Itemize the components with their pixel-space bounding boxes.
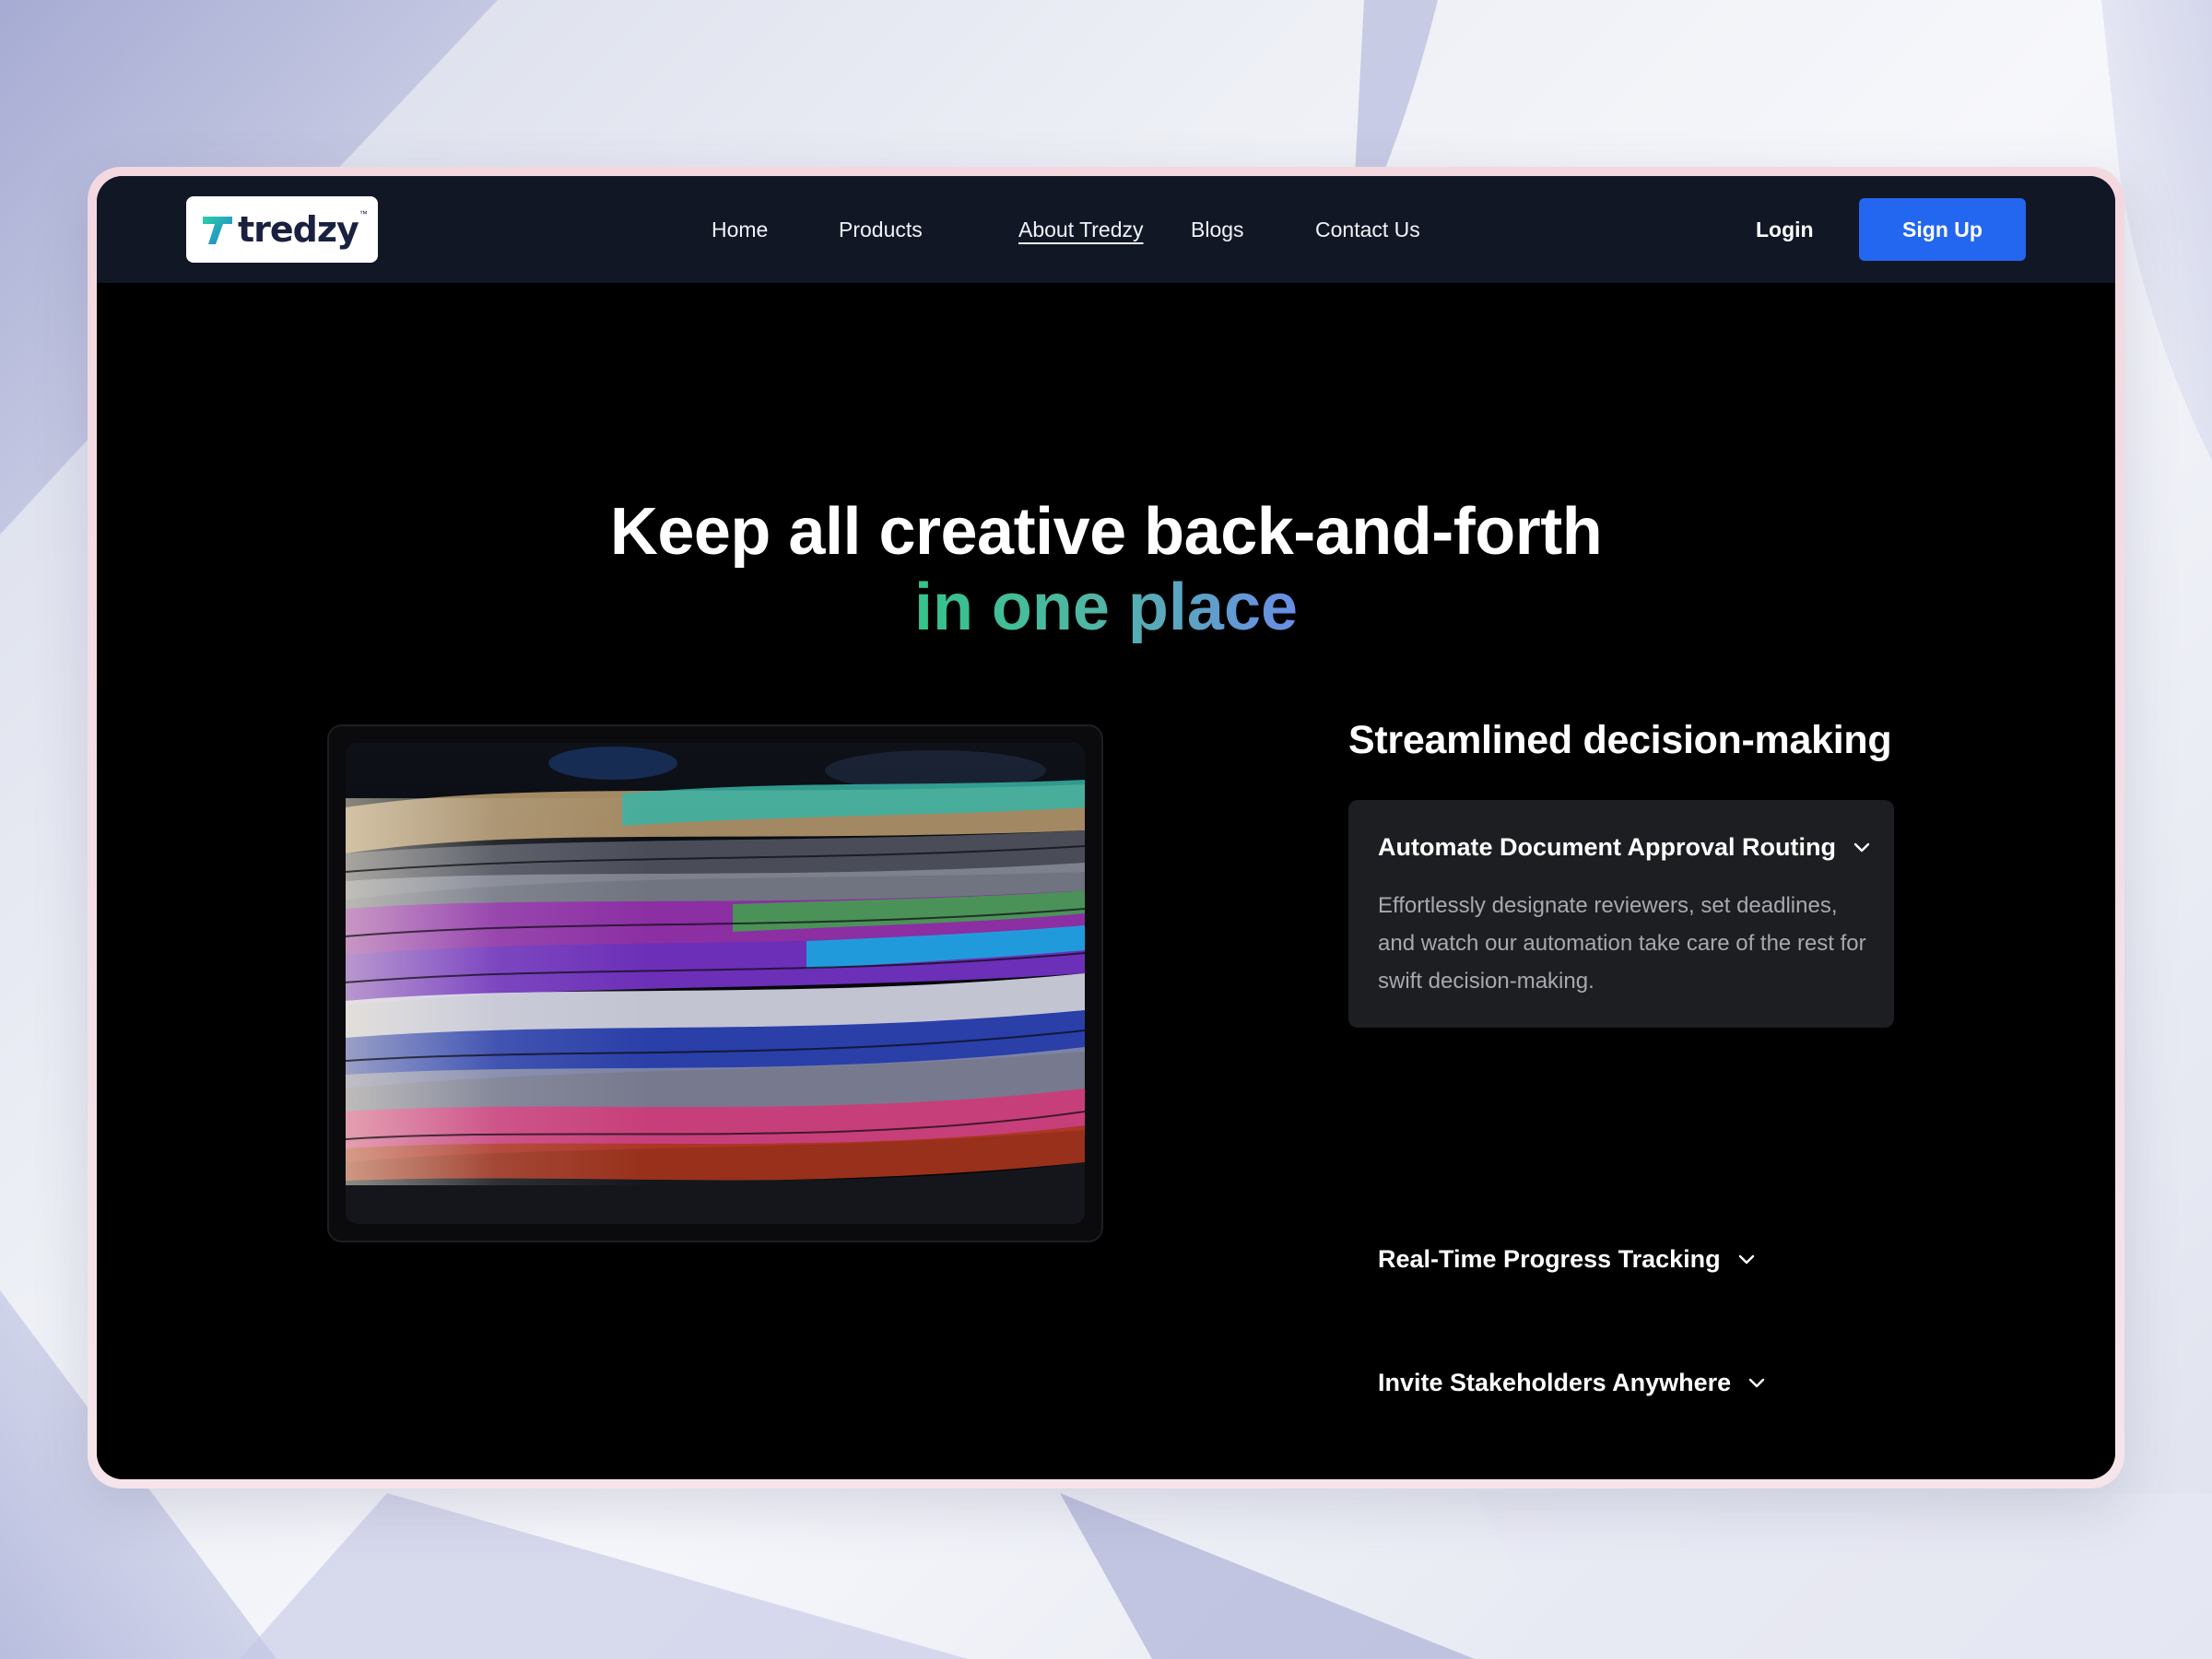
nav-home[interactable]: Home [712, 176, 768, 283]
signup-button[interactable]: Sign Up [1859, 198, 2026, 261]
accordion-title: Automate Document Approval Routing [1378, 833, 1836, 861]
chevron-down-icon [1853, 842, 1870, 852]
accordion-header-invite-stakeholders[interactable]: Invite Stakeholders Anywhere [1378, 1369, 1766, 1397]
accordion-header-approval-routing[interactable]: Automate Document Approval Routing [1378, 833, 1871, 862]
accordion-header-progress-tracking[interactable]: Real-Time Progress Tracking [1378, 1245, 1756, 1274]
hero-title: Keep all creative back-and-forth [609, 495, 1603, 569]
nav-contact[interactable]: Contact Us [1315, 176, 1420, 283]
documents-stack-image [346, 743, 1085, 1224]
accordion-title: Real-Time Progress Tracking [1378, 1245, 1721, 1273]
nav-products[interactable]: Products [839, 176, 923, 283]
nav-about[interactable]: About Tredzy [1018, 176, 1144, 283]
accordion-item-expanded: Automate Document Approval Routing Effor… [1348, 800, 1894, 1028]
accordion-title: Invite Stakeholders Anywhere [1378, 1369, 1732, 1396]
login-button[interactable]: Login [1756, 176, 1814, 283]
hero-accent-text: in one place [913, 571, 1299, 644]
hero-accent: in one place [97, 570, 2115, 645]
nav-blogs[interactable]: Blogs [1191, 176, 1244, 283]
feature-image-card [327, 724, 1103, 1242]
section-title: Streamlined decision-making [1348, 718, 1892, 762]
chevron-down-icon [1748, 1378, 1765, 1387]
browser-frame: tredzy ™ Home Products About Tredzy Blog… [88, 167, 2124, 1488]
navbar: tredzy ™ Home Products About Tredzy Blog… [97, 176, 2115, 283]
page-window: tredzy ™ Home Products About Tredzy Blog… [97, 176, 2115, 1479]
chevron-down-icon [1738, 1254, 1754, 1264]
accordion-body: Effortlessly designate reviewers, set de… [1378, 893, 1866, 994]
